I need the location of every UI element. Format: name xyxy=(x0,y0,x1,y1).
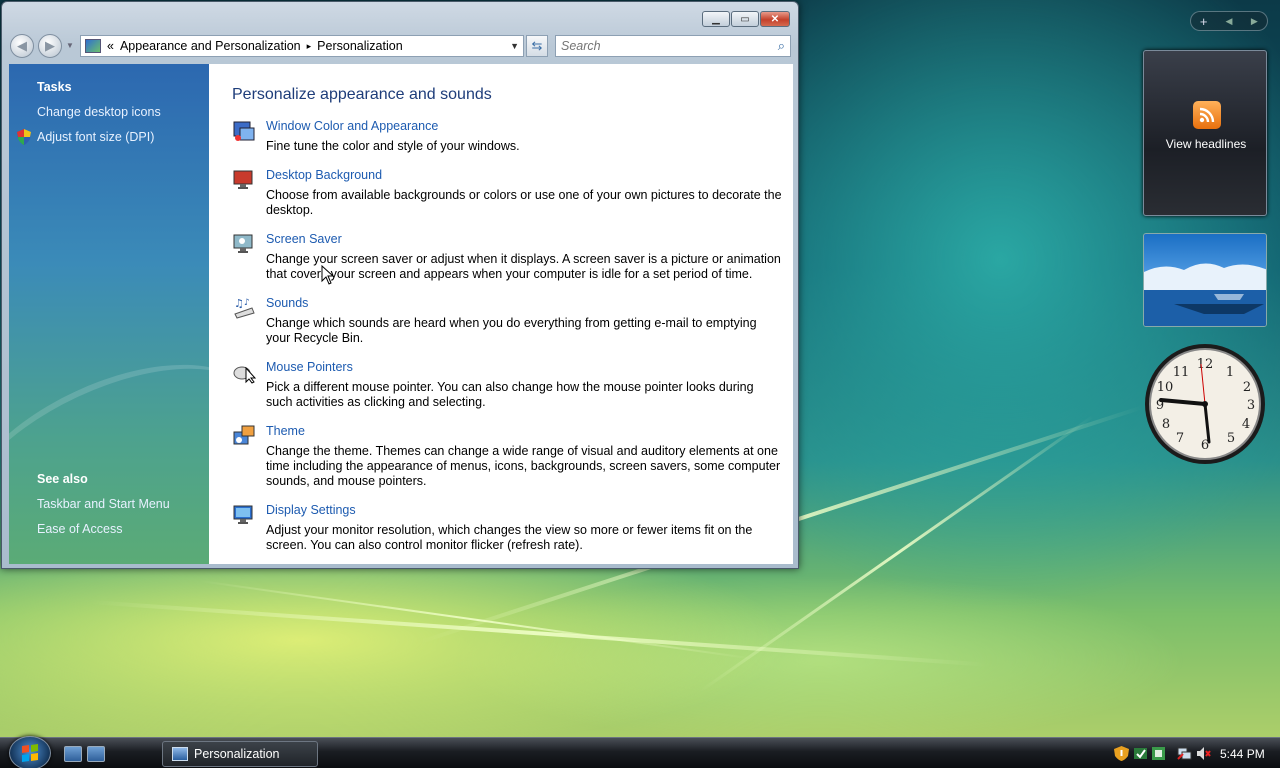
feed-headlines-gadget[interactable]: View headlines xyxy=(1143,50,1267,216)
add-gadget-icon[interactable]: + xyxy=(1191,14,1216,29)
change-desktop-icons-link[interactable]: Change desktop icons xyxy=(37,105,161,119)
refresh-button[interactable]: ⇆ xyxy=(526,35,548,57)
clock-face: 1212 345 678 91011 xyxy=(1145,344,1265,464)
wallpaper-streak xyxy=(199,580,755,660)
control-panel-icon xyxy=(85,39,101,53)
content-pane: Personalize appearance and sounds Window… xyxy=(209,64,793,564)
breadcrumb-appearance[interactable]: Appearance and Personalization xyxy=(120,39,301,53)
adjust-font-size-link[interactable]: Adjust font size (DPI) xyxy=(37,130,154,144)
personalization-icon xyxy=(172,747,188,761)
window-color-link[interactable]: Window Color and Appearance xyxy=(266,119,438,133)
system-clock[interactable]: 5:44 PM xyxy=(1220,747,1265,761)
mouse-cursor-icon xyxy=(321,265,335,285)
personalization-window: ▁ ▭ ✕ ◀ ▶ ▼ « Appearance and Personaliza… xyxy=(1,1,799,569)
desktop-background-link[interactable]: Desktop Background xyxy=(266,168,382,182)
switch-windows-icon[interactable] xyxy=(87,746,105,762)
view-headlines-label[interactable]: View headlines xyxy=(1144,137,1268,151)
page-title: Personalize appearance and sounds xyxy=(232,86,492,103)
item-description: Choose from available backgrounds or col… xyxy=(266,188,782,217)
svg-text:7: 7 xyxy=(1176,431,1184,446)
breadcrumb-personalization[interactable]: Personalization xyxy=(317,39,402,53)
see-also-heading: See also xyxy=(37,472,88,486)
item-description: Change which sounds are heard when you d… xyxy=(266,316,757,345)
uac-shield-icon xyxy=(17,129,31,145)
tasks-heading: Tasks xyxy=(37,80,72,94)
windows-logo-icon xyxy=(22,744,38,762)
item-description: Adjust your monitor resolution, which ch… xyxy=(266,523,753,552)
ease-of-access-link[interactable]: Ease of Access xyxy=(37,522,122,536)
slideshow-gadget[interactable] xyxy=(1143,233,1267,327)
search-box[interactable]: ⌕ xyxy=(555,35,791,57)
item-description: Pick a different mouse pointer. You can … xyxy=(266,380,754,409)
taskbar-start-menu-link[interactable]: Taskbar and Start Menu xyxy=(37,497,170,511)
breadcrumb-separator-icon[interactable]: ▸ xyxy=(307,41,312,52)
clock-gadget[interactable]: 12 1 2 345 678 9 10 11 xyxy=(1143,342,1267,466)
svg-text:12: 12 xyxy=(1197,357,1214,372)
svg-text:8: 8 xyxy=(1162,417,1170,432)
task-pane: Tasks Change desktop icons Adjust font s… xyxy=(9,64,209,564)
screen-saver-link[interactable]: Screen Saver xyxy=(266,232,342,246)
svg-text:5: 5 xyxy=(1227,431,1235,446)
item-description: Fine tune the color and style of your wi… xyxy=(266,139,520,153)
search-input[interactable] xyxy=(561,39,766,53)
minimize-button[interactable]: ▁ xyxy=(702,11,730,27)
back-button[interactable]: ◀ xyxy=(10,34,34,58)
svg-text:♪: ♪ xyxy=(244,298,250,308)
next-page-icon[interactable]: ▶ xyxy=(1242,16,1267,27)
forward-button[interactable]: ▶ xyxy=(38,34,62,58)
svg-text:4: 4 xyxy=(1242,417,1250,432)
svg-text:3: 3 xyxy=(1247,398,1255,413)
svg-text:10: 10 xyxy=(1157,380,1174,395)
defender-icon[interactable] xyxy=(1133,746,1148,761)
close-button[interactable]: ✕ xyxy=(760,11,790,27)
item-description: Change the theme. Themes can change a wi… xyxy=(266,444,781,488)
svg-text:11: 11 xyxy=(1173,365,1190,380)
address-prefix[interactable]: « xyxy=(107,39,114,53)
svg-text:1: 1 xyxy=(1226,365,1234,380)
theme-link[interactable]: Theme xyxy=(266,424,305,438)
taskbar-item-label: Personalization xyxy=(194,747,280,761)
svg-text:2: 2 xyxy=(1243,380,1251,395)
navigation-bar: ◀ ▶ ▼ « Appearance and Personalization ▸… xyxy=(10,33,791,59)
previous-page-icon[interactable]: ◀ xyxy=(1216,16,1241,27)
item-description: Change your screen saver or adjust when … xyxy=(266,252,781,281)
screen-saver-icon xyxy=(233,234,253,253)
taskbar: Personalization 5:44 PM xyxy=(0,736,1280,768)
sounds-link[interactable]: Sounds xyxy=(266,296,308,310)
recent-pages-chevron-icon[interactable]: ▼ xyxy=(66,41,74,50)
address-bar[interactable]: « Appearance and Personalization ▸ Perso… xyxy=(80,35,524,57)
network-icon[interactable] xyxy=(1177,746,1192,761)
security-shield-icon[interactable] xyxy=(1114,746,1129,761)
theme-icon xyxy=(233,425,255,445)
display-settings-link[interactable]: Display Settings xyxy=(266,503,356,517)
wallpaper-streak xyxy=(89,600,988,667)
mouse-pointers-link[interactable]: Mouse Pointers xyxy=(266,360,353,374)
search-icon[interactable]: ⌕ xyxy=(778,38,785,54)
display-settings-icon xyxy=(233,505,253,524)
slideshow-image xyxy=(1144,263,1266,326)
sidebar-controls: + ◀ ▶ xyxy=(1190,11,1268,31)
show-desktop-icon[interactable] xyxy=(64,746,82,762)
window-color-icon xyxy=(233,121,255,141)
desktop-background-icon xyxy=(233,170,253,189)
volume-muted-icon[interactable] xyxy=(1196,746,1211,761)
sounds-icon: ♫ ♪ xyxy=(234,297,255,319)
address-dropdown-icon[interactable]: ▼ xyxy=(510,41,519,51)
window-controls: ▁ ▭ ✕ xyxy=(702,11,790,27)
mouse-pointers-icon xyxy=(233,366,256,384)
rss-icon xyxy=(1193,101,1221,129)
taskbar-item-personalization[interactable]: Personalization xyxy=(162,741,318,767)
svg-text:♫: ♫ xyxy=(234,297,244,310)
windows-update-icon[interactable] xyxy=(1151,746,1166,761)
start-button[interactable] xyxy=(9,736,51,768)
maximize-button[interactable]: ▭ xyxy=(731,11,759,27)
